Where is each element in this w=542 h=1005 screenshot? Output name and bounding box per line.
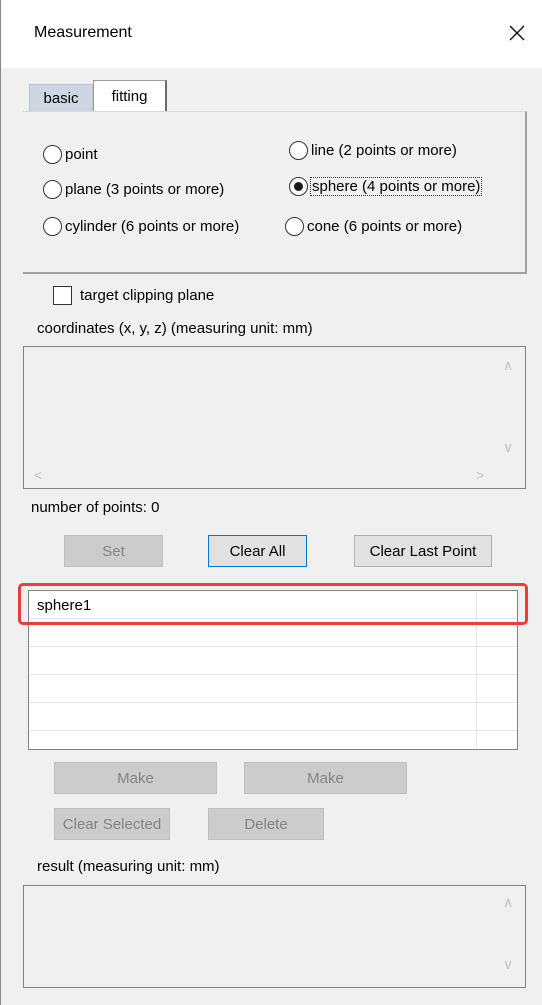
scroll-down-icon[interactable]: ∨ <box>503 956 513 973</box>
radio-cylinder[interactable]: cylinder (6 points or more) <box>43 217 239 236</box>
title-bar: Measurement <box>1 0 542 68</box>
radio-label: cylinder (6 points or more) <box>65 218 240 235</box>
scroll-up-icon[interactable]: ∧ <box>503 894 513 911</box>
coordinates-textbox[interactable]: ∧ ∨ < > <box>23 346 526 489</box>
radio-label: line (2 points or more) <box>311 142 457 159</box>
target-clipping-checkbox[interactable]: target clipping plane <box>53 286 214 305</box>
points-count-label: number of points: 0 <box>31 499 160 516</box>
list-item[interactable] <box>29 619 517 647</box>
list-item[interactable] <box>29 703 517 731</box>
vertical-scrollbar[interactable]: ∧ ∨ <box>495 886 525 987</box>
close-icon <box>509 25 525 41</box>
radio-line[interactable]: line (2 points or more) <box>289 141 457 160</box>
clear-selected-button[interactable]: Clear Selected <box>54 808 170 840</box>
radio-plane[interactable]: plane (3 points or more) <box>43 180 224 199</box>
delete-button[interactable]: Delete <box>208 808 324 840</box>
tab-fitting[interactable]: fitting <box>93 80 167 112</box>
scroll-up-icon[interactable]: ∧ <box>503 357 513 374</box>
scroll-left-icon[interactable]: < <box>34 467 42 483</box>
radio-label: sphere (4 points or more) <box>309 177 483 196</box>
list-item[interactable] <box>29 647 517 675</box>
clear-all-button[interactable]: Clear All <box>208 535 307 567</box>
radio-circle-selected <box>289 177 308 196</box>
vertical-scrollbar[interactable]: ∧ ∨ <box>495 347 525 465</box>
checkbox-box <box>53 286 72 305</box>
set-button[interactable]: Set <box>64 535 163 567</box>
clear-last-point-button[interactable]: Clear Last Point <box>354 535 492 567</box>
radio-sphere[interactable]: sphere (4 points or more) <box>289 177 483 196</box>
radio-cone[interactable]: cone (6 points or more) <box>285 217 462 236</box>
radio-label: point <box>65 146 98 163</box>
checkbox-label: target clipping plane <box>80 287 215 304</box>
measurement-window: Measurement basic fitting point line (2 … <box>0 0 542 1005</box>
horizontal-scrollbar[interactable]: < > <box>24 464 496 488</box>
list-item[interactable] <box>29 675 517 703</box>
radio-circle <box>43 217 62 236</box>
radio-circle <box>289 141 308 160</box>
radio-point[interactable]: point <box>43 145 98 164</box>
coordinates-label: coordinates (x, y, z) (measuring unit: m… <box>37 320 313 337</box>
tab-basic[interactable]: basic <box>29 84 93 112</box>
list-item-label: sphere1 <box>37 597 92 614</box>
scroll-right-icon[interactable]: > <box>476 467 484 483</box>
radio-label: cone (6 points or more) <box>307 218 463 235</box>
list-item[interactable]: sphere1 <box>29 591 517 619</box>
result-label: result (measuring unit: mm) <box>37 858 220 875</box>
radio-circle <box>285 217 304 236</box>
make-button-1[interactable]: Make <box>54 762 217 794</box>
result-textbox[interactable]: ∧ ∨ <box>23 885 526 988</box>
radio-circle <box>43 180 62 199</box>
make-button-2[interactable]: Make <box>244 762 407 794</box>
scroll-down-icon[interactable]: ∨ <box>503 439 513 456</box>
radio-circle <box>43 145 62 164</box>
close-button[interactable] <box>500 16 534 50</box>
radio-label: plane (3 points or more) <box>65 181 225 198</box>
window-title: Measurement <box>34 24 132 41</box>
objects-list[interactable]: sphere1 <box>28 590 518 750</box>
